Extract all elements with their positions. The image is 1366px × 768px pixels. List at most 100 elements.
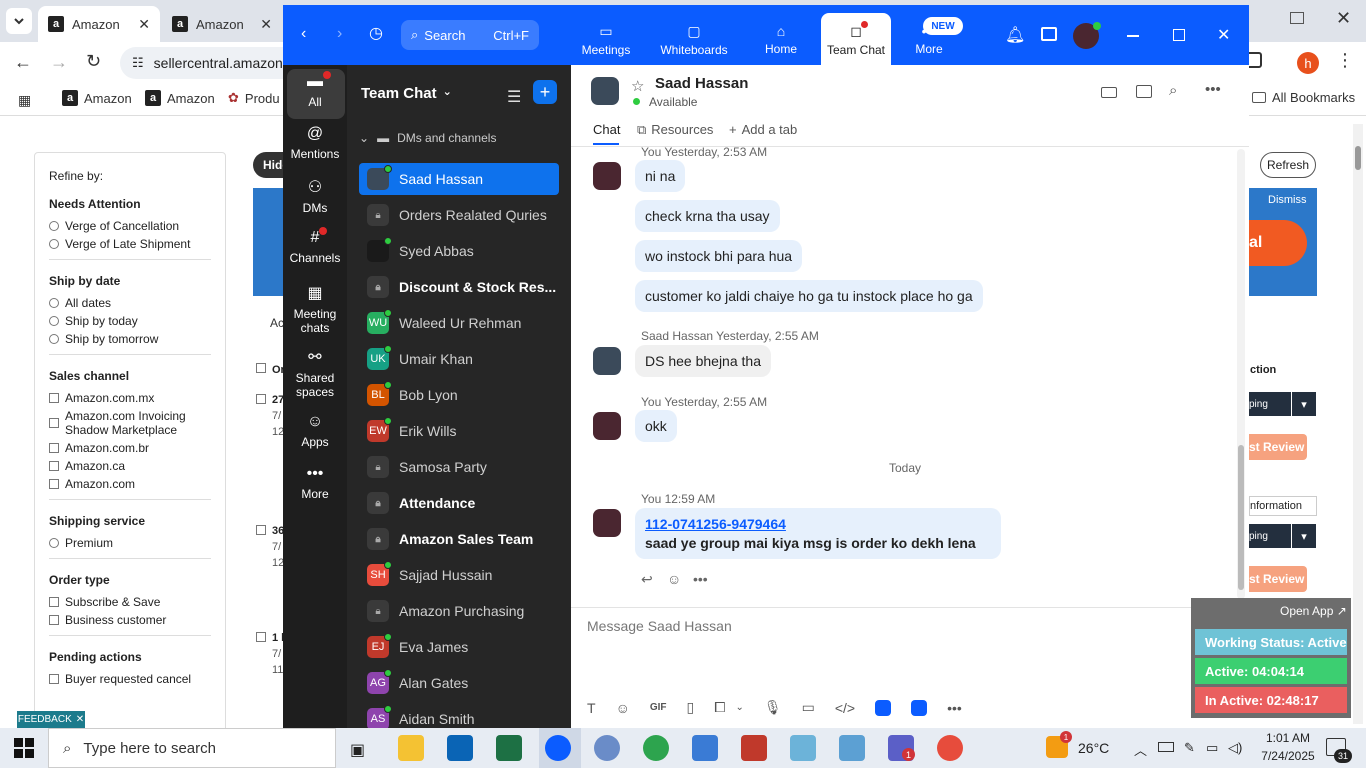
radio-button[interactable]	[49, 538, 59, 548]
close-window-icon[interactable]: ✕	[1336, 8, 1351, 29]
chat-list-item[interactable]: 🔒︎ Amazon Sales Team	[359, 523, 559, 555]
section-header-dms[interactable]: ⌄ ▬ DMs and channels	[359, 131, 496, 145]
calendar-icon[interactable]	[1041, 27, 1057, 41]
request-review-button[interactable]: st Review	[1249, 566, 1307, 592]
app-icon[interactable]	[911, 699, 928, 716]
information-select[interactable]: nformation	[1249, 496, 1317, 516]
zoom-icon[interactable]	[545, 735, 571, 761]
app-icon[interactable]	[875, 699, 892, 716]
rail-item-shared-spaces[interactable]: ⚯ Shared spaces	[285, 347, 345, 399]
close-icon[interactable]: ✕	[138, 16, 150, 33]
refine-option[interactable]: Business customer	[49, 613, 211, 627]
close-icon[interactable]: ✕	[1217, 25, 1230, 45]
bookmark-amazon-2[interactable]: a Amazon	[145, 90, 215, 106]
app-cube-icon[interactable]	[839, 735, 865, 761]
maximize-icon[interactable]	[1173, 29, 1185, 41]
rail-item-apps[interactable]: ☺ Apps	[285, 413, 345, 449]
refine-option[interactable]: Buyer requested cancel	[49, 672, 211, 686]
chat-list-item[interactable]: AG Alan Gates	[359, 667, 559, 699]
message-bubble[interactable]: okk	[635, 410, 677, 442]
app-icon[interactable]	[594, 735, 620, 761]
excel-icon[interactable]	[496, 735, 522, 761]
message-bubble[interactable]: 112-0741256-9479464 saad ye group mai ki…	[635, 508, 1001, 559]
chat-list-item[interactable]: UK Umair Khan	[359, 343, 559, 375]
battery-icon[interactable]	[1158, 742, 1174, 752]
order-link[interactable]: 112-0741256-9479464	[645, 516, 991, 532]
refresh-button[interactable]: Refresh	[1260, 152, 1316, 178]
message-input[interactable]: Message Saad Hassan	[587, 618, 732, 634]
row-checkbox[interactable]	[256, 394, 266, 404]
microphone-icon[interactable]: 🎙︎	[764, 699, 782, 716]
file-icon[interactable]: ▯	[687, 699, 695, 716]
gif-icon[interactable]: GIF	[650, 702, 667, 713]
checkbox[interactable]	[49, 461, 59, 471]
rail-item-mentions[interactable]: @ Mentions	[285, 125, 345, 161]
checkbox[interactable]	[49, 393, 59, 403]
chat-list-item[interactable]: Saad Hassan	[359, 163, 559, 195]
chrome-icon[interactable]	[643, 735, 669, 761]
filezilla-icon[interactable]	[741, 735, 767, 761]
bell-icon[interactable]: 🔔︎	[1005, 25, 1025, 45]
forward-icon[interactable]: ›	[337, 25, 342, 43]
all-bookmarks[interactable]: All Bookmarks	[1252, 90, 1355, 105]
nav-whiteboards[interactable]: ▢ Whiteboards	[655, 23, 733, 57]
refine-option[interactable]: Amazon.com	[49, 477, 211, 491]
outlook-icon[interactable]	[447, 735, 473, 761]
rail-item-channels[interactable]: # Channels	[285, 227, 345, 265]
restore-window-icon[interactable]	[1290, 12, 1304, 24]
history-icon[interactable]: ◷	[369, 23, 383, 43]
emoji-reaction-icon[interactable]: ☺︎	[667, 571, 681, 587]
tab-search-button[interactable]	[6, 8, 32, 34]
profile-avatar[interactable]: h	[1297, 52, 1319, 74]
refine-option[interactable]: Amazon.com.mx	[49, 391, 211, 405]
radio-button[interactable]	[49, 239, 59, 249]
task-view-icon[interactable]: ▣	[350, 740, 365, 760]
video-icon[interactable]	[1101, 87, 1117, 98]
rail-item-all[interactable]: ▬ All	[285, 71, 345, 109]
radio-button[interactable]	[49, 221, 59, 231]
close-icon[interactable]: ✕	[76, 714, 84, 725]
reload-icon[interactable]: ↻	[86, 51, 101, 72]
taskbar-date[interactable]: 7/24/2025	[1254, 749, 1322, 763]
refine-option[interactable]: Amazon.com Invoicing Shadow Marketplace	[49, 409, 211, 437]
row-checkbox[interactable]	[256, 525, 266, 535]
chevron-down-icon[interactable]: ⌄	[735, 702, 743, 713]
checkbox[interactable]	[49, 443, 59, 453]
chat-list-item[interactable]: BL Bob Lyon	[359, 379, 559, 411]
taskbar-search[interactable]: ⌕ Type here to search	[48, 728, 336, 768]
bookmark-amazon-1[interactable]: a Amazon	[62, 90, 132, 106]
chat-list-item[interactable]: EJ Eva James	[359, 631, 559, 663]
chat-list-item[interactable]: 🔒︎ Amazon Purchasing	[359, 595, 559, 627]
radio-button[interactable]	[49, 334, 59, 344]
windows-start-icon[interactable]	[14, 738, 34, 758]
text-format-icon[interactable]: T	[587, 700, 596, 716]
feedback-tab[interactable]: FEEDBACK ✕	[17, 711, 85, 728]
chat-list-item[interactable]: 🔒︎ Orders Realated Quries	[359, 199, 559, 231]
screenshot-icon[interactable]: ⧠	[714, 699, 725, 716]
site-info-icon[interactable]: ☷	[132, 55, 144, 71]
bookmark-produ[interactable]: ✿ Produ	[228, 90, 280, 106]
page-scrollbar[interactable]	[1353, 124, 1363, 724]
message-bubble[interactable]: customer ko jaldi chaiye ho ga tu instoc…	[635, 280, 983, 312]
refine-option[interactable]: Premium	[49, 536, 211, 550]
tab-add[interactable]: + Add a tab	[729, 122, 797, 137]
page-scrollbar-thumb[interactable]	[1355, 146, 1361, 170]
share-screen-icon[interactable]	[1136, 85, 1152, 98]
compose-button[interactable]: +	[533, 80, 557, 104]
chat-list-item[interactable]: EW Erik Wills	[359, 415, 559, 447]
message-bubble[interactable]: DS hee bhejna tha	[635, 345, 771, 377]
contact-name[interactable]: Saad Hassan	[655, 75, 748, 92]
reply-icon[interactable]: ↩︎	[641, 571, 653, 588]
more-options-icon[interactable]: •••	[1205, 81, 1221, 98]
weather-temp[interactable]: 26°C	[1078, 740, 1109, 756]
message-bubble[interactable]: ni na	[635, 160, 686, 192]
checkbox[interactable]	[49, 479, 59, 489]
taskbar-time[interactable]: 1:01 AM	[1258, 731, 1318, 745]
open-app-link[interactable]: Open App ↗	[1280, 604, 1347, 618]
list-title[interactable]: Team Chat ⌄	[361, 85, 452, 102]
search-icon[interactable]: ⌕	[1169, 82, 1177, 99]
network-icon[interactable]: ▭	[1206, 740, 1218, 756]
radio-button[interactable]	[49, 298, 59, 308]
chat-list-item[interactable]: 🔒︎ Discount & Stock Res...	[359, 271, 559, 303]
chat-list-item[interactable]: WU Waleed Ur Rehman	[359, 307, 559, 339]
